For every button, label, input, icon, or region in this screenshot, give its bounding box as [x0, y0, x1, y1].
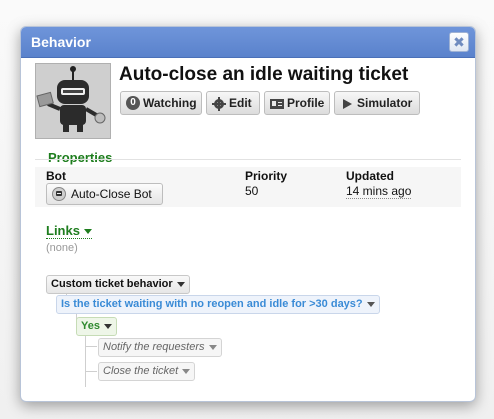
links-heading: Links	[46, 223, 80, 238]
bot-avatar	[35, 63, 111, 139]
properties-heading: Properties	[48, 150, 113, 165]
chevron-down-icon	[208, 344, 217, 350]
gear-icon	[212, 96, 226, 111]
close-ticket-action[interactable]: Close the ticket	[98, 362, 196, 381]
priority-value: 50	[245, 184, 259, 198]
yes-outcome-label: Yes	[81, 320, 100, 332]
tree-connector	[85, 346, 97, 347]
chevron-down-icon	[176, 281, 185, 287]
behavior-root-label: Custom ticket behavior	[51, 278, 173, 290]
links-menu[interactable]: Links	[46, 223, 92, 239]
watch-count-icon: 0	[126, 96, 140, 110]
robot-icon	[52, 187, 66, 201]
behavior-title: Auto-close an idle waiting ticket	[119, 64, 409, 85]
action-label: Close the ticket	[103, 365, 179, 377]
behavior-dialog: Behavior ✖ Auto-close an idle waiting ti…	[20, 26, 476, 402]
profile-button[interactable]: Profile	[264, 91, 330, 115]
simulator-label: Simulator	[357, 96, 413, 110]
profile-label: Profile	[287, 96, 325, 110]
watching-label: Watching	[143, 96, 197, 110]
tree-connector	[85, 335, 86, 387]
bot-link[interactable]: Auto-Close Bot	[46, 183, 163, 205]
behavior-root-menu[interactable]: Custom ticket behavior	[46, 275, 190, 294]
priority-column-label: Priority	[245, 169, 288, 183]
chevron-down-icon	[182, 368, 191, 374]
links-empty: (none)	[46, 242, 78, 254]
play-icon	[340, 96, 354, 110]
close-icon: ✖	[453, 34, 465, 50]
watching-button[interactable]: 0 Watching	[120, 91, 202, 115]
edit-label: Edit	[229, 96, 252, 110]
action-label: Notify the requesters	[103, 341, 205, 353]
notify-requesters-action[interactable]: Notify the requesters	[98, 338, 222, 357]
edit-button[interactable]: Edit	[206, 91, 260, 115]
chevron-down-icon	[103, 323, 112, 329]
simulator-button[interactable]: Simulator	[334, 91, 420, 115]
bot-name: Auto-Close Bot	[71, 187, 152, 201]
updated-value[interactable]: 14 mins ago	[346, 184, 412, 199]
tree-connector	[85, 371, 97, 372]
robot-icon	[36, 66, 106, 132]
id-card-icon	[270, 96, 284, 110]
condition-menu[interactable]: Is the ticket waiting with no reopen and…	[56, 295, 380, 314]
condition-label: Is the ticket waiting with no reopen and…	[61, 298, 363, 310]
dialog-titlebar[interactable]: Behavior ✖	[21, 27, 475, 58]
bot-column-label: Bot	[46, 169, 66, 183]
updated-column-label: Updated	[346, 169, 394, 183]
dialog-title: Behavior	[31, 34, 91, 50]
close-button[interactable]: ✖	[449, 32, 469, 52]
properties-divider	[35, 159, 461, 160]
chevron-down-icon	[366, 301, 375, 307]
chevron-down-icon	[83, 229, 92, 235]
yes-outcome-menu[interactable]: Yes	[76, 317, 117, 336]
